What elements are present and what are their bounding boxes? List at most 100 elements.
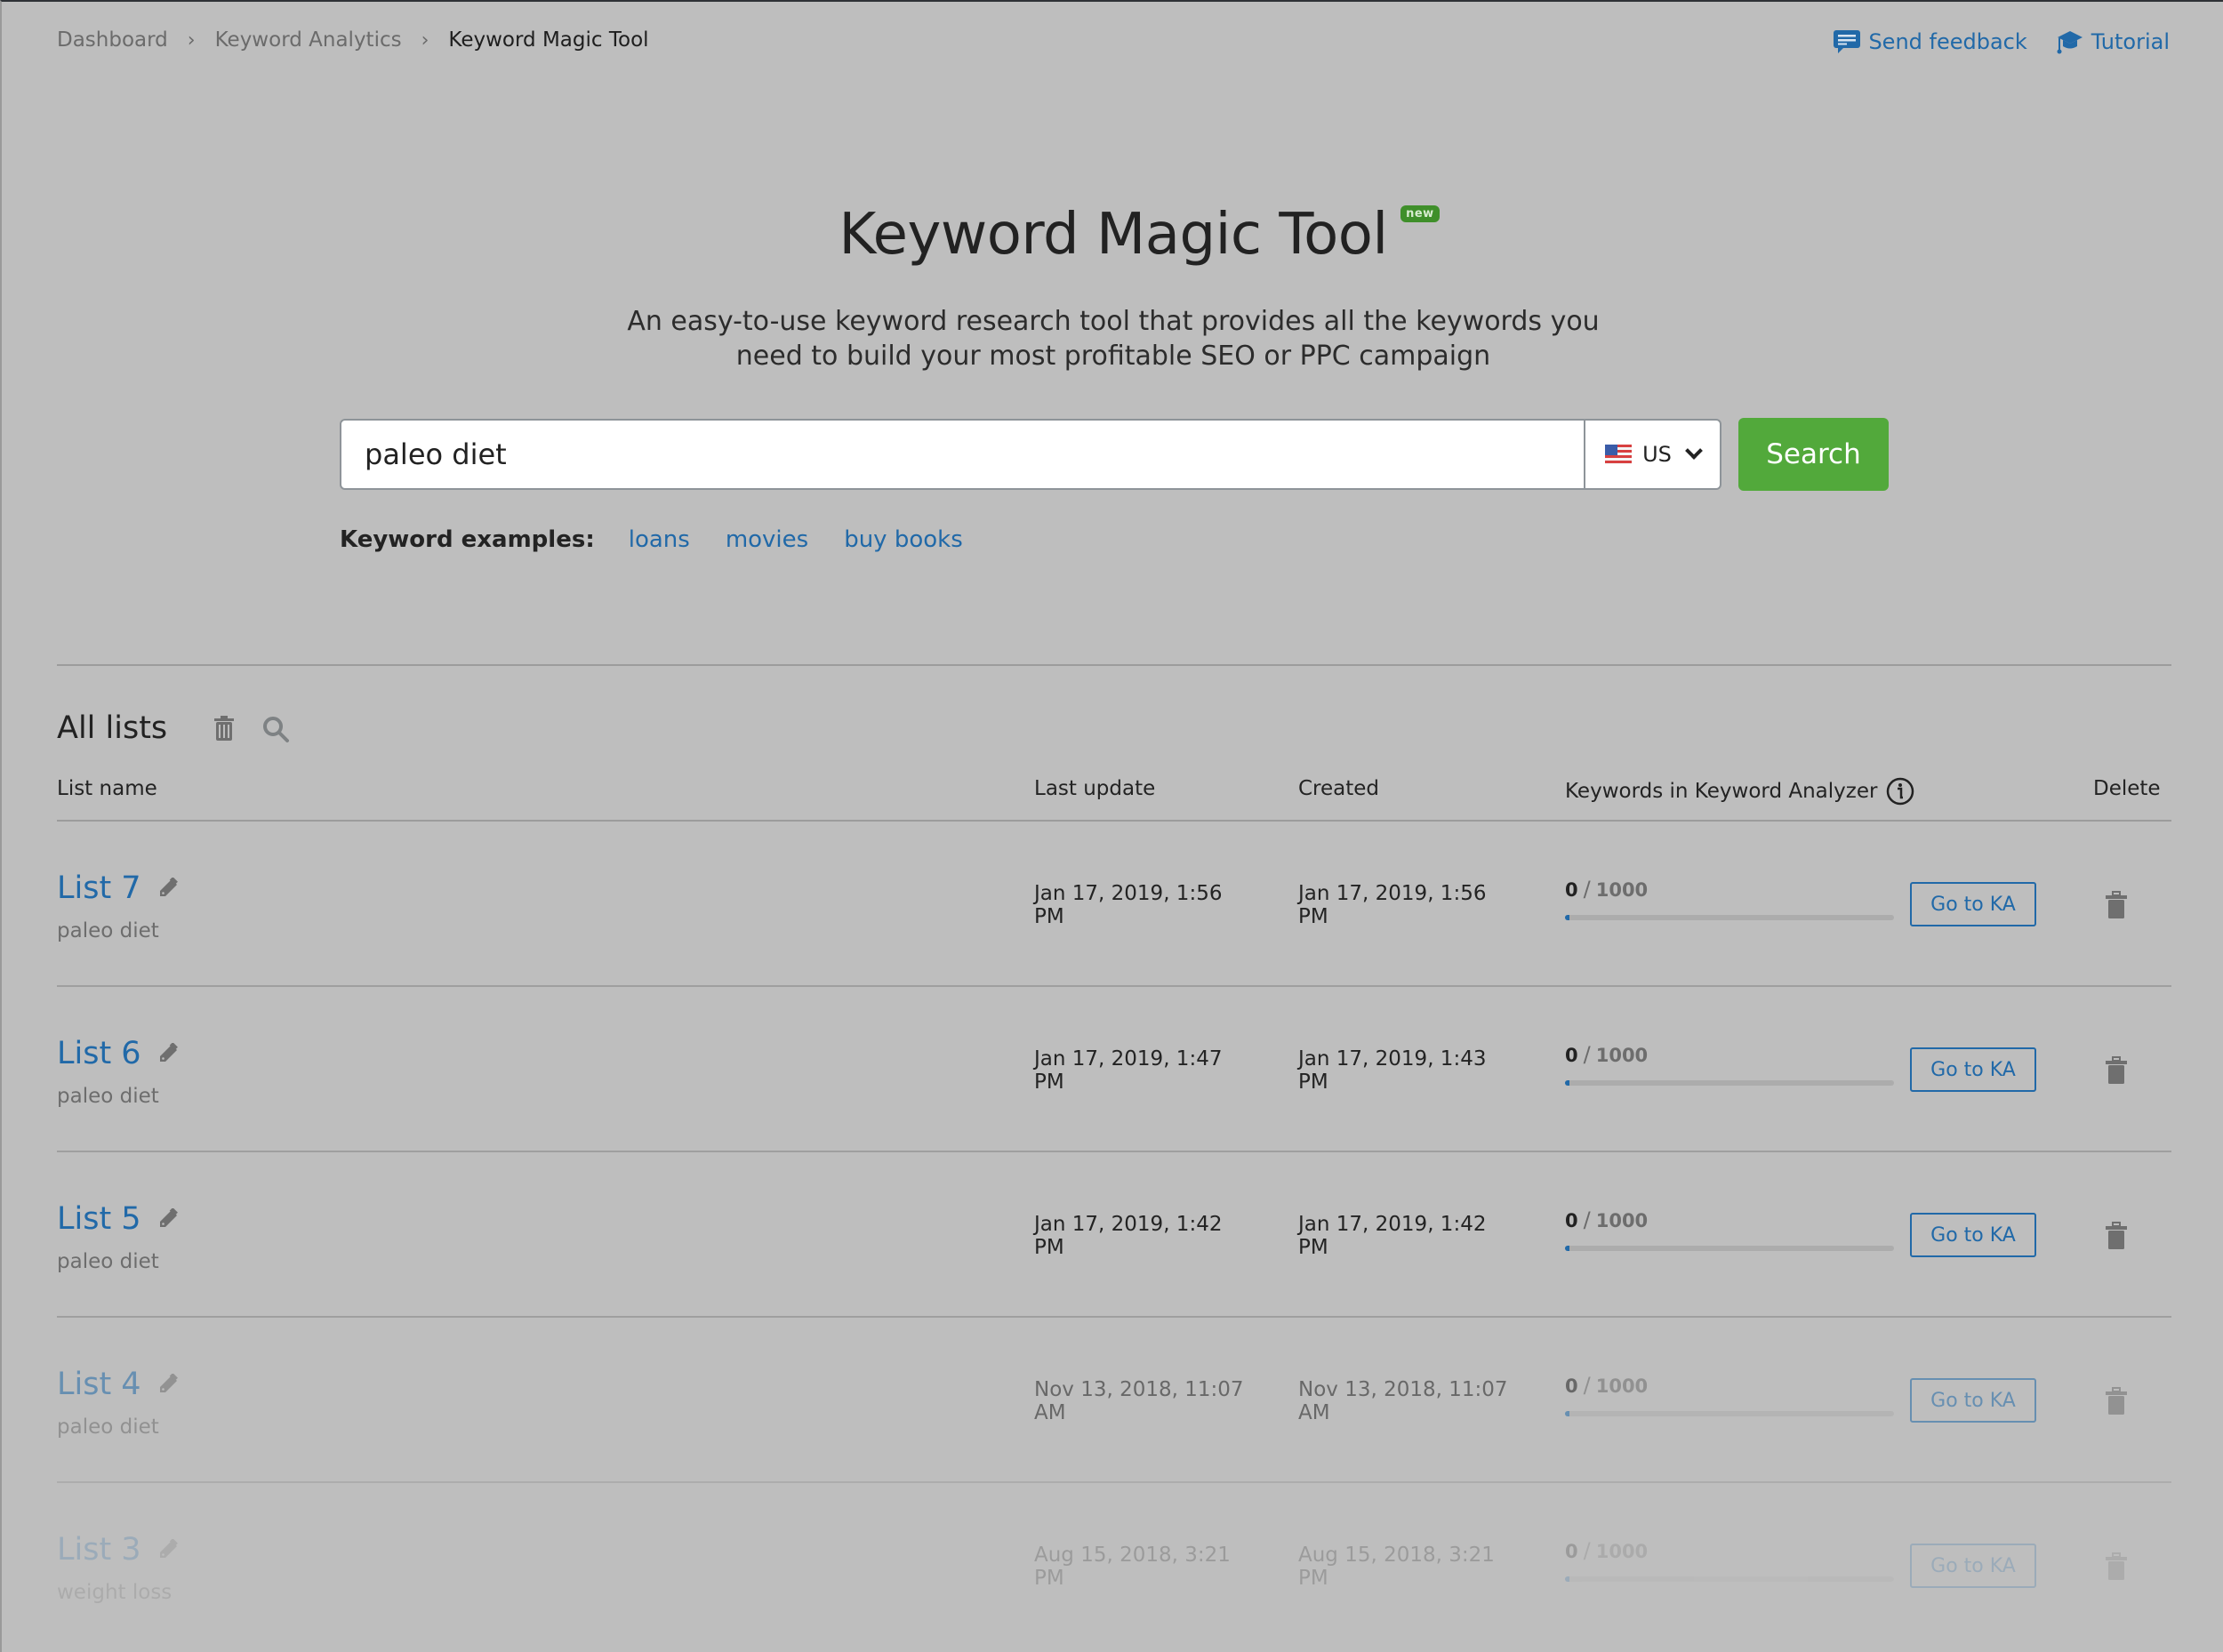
go-to-ka-button[interactable]: Go to KA — [1910, 1213, 2036, 1257]
keyword-count-max: 1000 — [1595, 1541, 1649, 1562]
last-update-date: Jan 17, 2019, 1:47 PM — [1034, 1047, 1223, 1094]
send-feedback-label: Send feedback — [1868, 29, 2027, 54]
created-date: Jan 17, 2019, 1:42 PM — [1298, 1213, 1487, 1259]
keyword-progress-bar — [1565, 1246, 1894, 1251]
column-header-keywords: Keywords in Keyword Analyzer — [1565, 777, 1914, 806]
column-header-last-update[interactable]: Last update — [1034, 777, 1155, 800]
tutorial-link[interactable]: Tutorial — [2056, 28, 2170, 55]
keyword-progress-fill — [1565, 1246, 1569, 1251]
list-name: List 5 — [57, 1201, 141, 1237]
list-seed-keyword: paleo diet — [57, 1250, 159, 1273]
search-button[interactable]: Search — [1738, 418, 1889, 491]
search-icon[interactable] — [261, 715, 290, 743]
subtitle-line-2: need to build your most profitable SEO o… — [735, 341, 1491, 372]
pencil-icon[interactable] — [157, 878, 179, 899]
new-badge: new — [1400, 205, 1440, 222]
column-header-delete: Delete — [2093, 777, 2161, 800]
list-name: List 4 — [57, 1367, 141, 1402]
go-to-ka-button[interactable]: Go to KA — [1910, 1544, 2036, 1588]
last-update-date: Jan 17, 2019, 1:56 PM — [1034, 882, 1223, 928]
breadcrumb-dashboard[interactable]: Dashboard — [57, 28, 168, 52]
delete-trash-icon[interactable] — [2104, 1552, 2129, 1581]
list-name-link[interactable]: List 7 — [57, 870, 179, 906]
keyword-count-value: 0 — [1565, 1045, 1578, 1066]
last-update-date: Jan 17, 2019, 1:42 PM — [1034, 1213, 1223, 1259]
list-name: List 7 — [57, 870, 141, 906]
count-separator: / — [1583, 1207, 1591, 1232]
go-to-ka-button[interactable]: Go to KA — [1910, 1047, 2036, 1092]
go-to-ka-button[interactable]: Go to KA — [1910, 1378, 2036, 1423]
column-header-list-name: List name — [57, 777, 157, 800]
hero: Keyword Magic Tool new — [2, 202, 2223, 268]
chevron-right-icon: › — [421, 28, 429, 52]
list-seed-keyword: paleo diet — [57, 1085, 159, 1108]
last-update-date: Nov 13, 2018, 11:07 AM — [1034, 1378, 1244, 1424]
count-separator: / — [1583, 1042, 1591, 1067]
breadcrumb-current: Keyword Magic Tool — [448, 28, 649, 52]
breadcrumb-keyword-analytics[interactable]: Keyword Analytics — [215, 28, 402, 52]
keyword-progress-fill — [1565, 1576, 1569, 1582]
keyword-progress-bar — [1565, 1080, 1894, 1086]
database-select-value: US — [1642, 442, 1672, 467]
column-header-created[interactable]: Created — [1298, 777, 1379, 800]
page-title-text: Keyword Magic Tool — [839, 202, 1388, 268]
keyword-count-value: 0 — [1565, 1210, 1578, 1231]
delete-trash-icon[interactable] — [2104, 1056, 2129, 1085]
list-row: List 6 paleo diet Jan 17, 2019, 1:47 PM … — [57, 987, 2171, 1152]
graduation-cap-icon — [2057, 31, 2083, 54]
count-separator: / — [1583, 1538, 1591, 1563]
chat-bubble-icon — [1834, 30, 1861, 53]
list-row: List 7 paleo diet Jan 17, 2019, 1:56 PM … — [57, 822, 2171, 987]
keyword-progress-bar — [1565, 1576, 1894, 1582]
keyword-count-max: 1000 — [1595, 1375, 1649, 1397]
keyword-count-max: 1000 — [1595, 879, 1649, 901]
keyword-progress-fill — [1565, 915, 1569, 920]
keyword-progress-bar — [1565, 915, 1894, 920]
list-seed-keyword: weight loss — [57, 1581, 173, 1604]
pencil-icon[interactable] — [157, 1539, 179, 1560]
list-row: List 4 paleo diet Nov 13, 2018, 11:07 AM… — [57, 1318, 2171, 1483]
keyword-count-max: 1000 — [1595, 1210, 1649, 1231]
list-name: List 3 — [57, 1532, 141, 1568]
list-name: List 6 — [57, 1036, 141, 1071]
keyword-count-value: 0 — [1565, 879, 1578, 901]
keyword-count: 0/1000 — [1565, 1538, 1648, 1563]
keyword-count: 0/1000 — [1565, 1207, 1648, 1232]
list-seed-keyword: paleo diet — [57, 1415, 159, 1439]
go-to-ka-button[interactable]: Go to KA — [1910, 882, 2036, 926]
example-link-buy-books[interactable]: buy books — [844, 526, 963, 553]
breadcrumb: Dashboard › Keyword Analytics › Keyword … — [57, 28, 649, 52]
database-select[interactable]: US — [1584, 421, 1720, 488]
created-date: Jan 17, 2019, 1:43 PM — [1298, 1047, 1487, 1094]
list-seed-keyword: paleo diet — [57, 919, 159, 942]
chevron-down-icon — [1685, 442, 1703, 460]
created-date: Nov 13, 2018, 11:07 AM — [1298, 1378, 1508, 1424]
list-name-link[interactable]: List 5 — [57, 1201, 179, 1237]
keyword-count-value: 0 — [1565, 1375, 1578, 1397]
section-divider — [57, 664, 2171, 666]
delete-trash-icon[interactable] — [2104, 1387, 2129, 1415]
keyword-count: 0/1000 — [1565, 1042, 1648, 1067]
delete-trash-icon[interactable] — [2104, 1222, 2129, 1250]
delete-trash-icon[interactable] — [2104, 891, 2129, 919]
count-separator: / — [1583, 1373, 1591, 1398]
trash-icon[interactable] — [213, 715, 236, 742]
keyword-progress-fill — [1565, 1080, 1569, 1086]
list-name-link[interactable]: List 6 — [57, 1036, 179, 1071]
chevron-right-icon: › — [187, 28, 196, 52]
send-feedback-link[interactable]: Send feedback — [1833, 29, 2027, 54]
example-link-movies[interactable]: movies — [726, 526, 808, 553]
count-separator: / — [1583, 877, 1591, 902]
pencil-icon[interactable] — [157, 1374, 179, 1395]
tutorial-label: Tutorial — [2091, 29, 2170, 54]
page-title: Keyword Magic Tool new — [839, 202, 1440, 268]
info-icon[interactable] — [1886, 777, 1914, 806]
top-links: Send feedback Tutorial — [1833, 28, 2170, 55]
search-box: US — [340, 419, 1721, 490]
list-name-link[interactable]: List 3 — [57, 1532, 179, 1568]
keyword-search-input[interactable] — [341, 421, 1584, 488]
pencil-icon[interactable] — [157, 1043, 179, 1064]
example-link-loans[interactable]: loans — [629, 526, 690, 553]
list-name-link[interactable]: List 4 — [57, 1367, 179, 1402]
pencil-icon[interactable] — [157, 1208, 179, 1230]
